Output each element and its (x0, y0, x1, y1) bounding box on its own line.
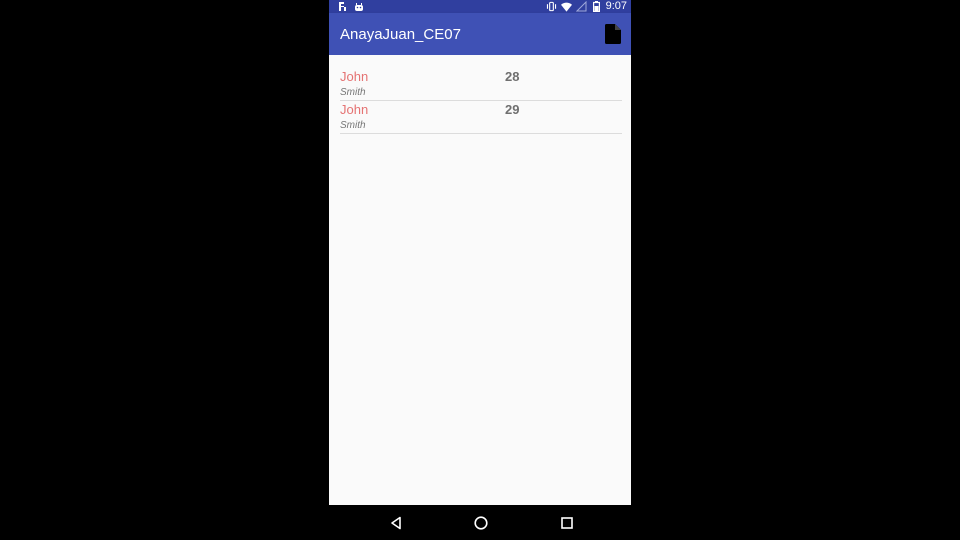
android-icon (353, 1, 364, 12)
app-title: AnayaJuan_CE07 (340, 26, 461, 43)
last-name: Smith (340, 87, 366, 98)
status-time: 9:07 (605, 0, 627, 12)
navigation-bar (329, 505, 631, 540)
people-list-area: John Smith 28 John Smith 29 (329, 55, 631, 505)
status-left-icons (336, 0, 364, 13)
age: 29 (505, 102, 520, 117)
status-right-icons: 9:07 (546, 0, 627, 13)
people-list: John Smith 28 John Smith 29 (340, 68, 622, 134)
recents-icon[interactable] (558, 514, 576, 532)
back-icon[interactable] (387, 514, 405, 532)
status-bar: 9:07 (329, 0, 631, 13)
home-icon[interactable] (472, 514, 490, 532)
list-item[interactable]: John Smith 28 (340, 68, 622, 101)
document-icon[interactable] (604, 24, 622, 44)
age: 28 (505, 69, 520, 84)
last-name: Smith (340, 120, 366, 131)
phone-screen: 9:07 AnayaJuan_CE07 John Smith 28 John S… (329, 0, 631, 540)
signal-icon (575, 1, 587, 12)
first-name: John (340, 102, 369, 117)
list-item[interactable]: John Smith 29 (340, 101, 622, 134)
vibrate-icon (546, 1, 557, 12)
usb-debug-icon (336, 1, 347, 12)
app-bar: AnayaJuan_CE07 (329, 13, 631, 55)
wifi-icon (560, 1, 572, 12)
battery-icon (591, 1, 602, 12)
first-name: John (340, 69, 369, 84)
